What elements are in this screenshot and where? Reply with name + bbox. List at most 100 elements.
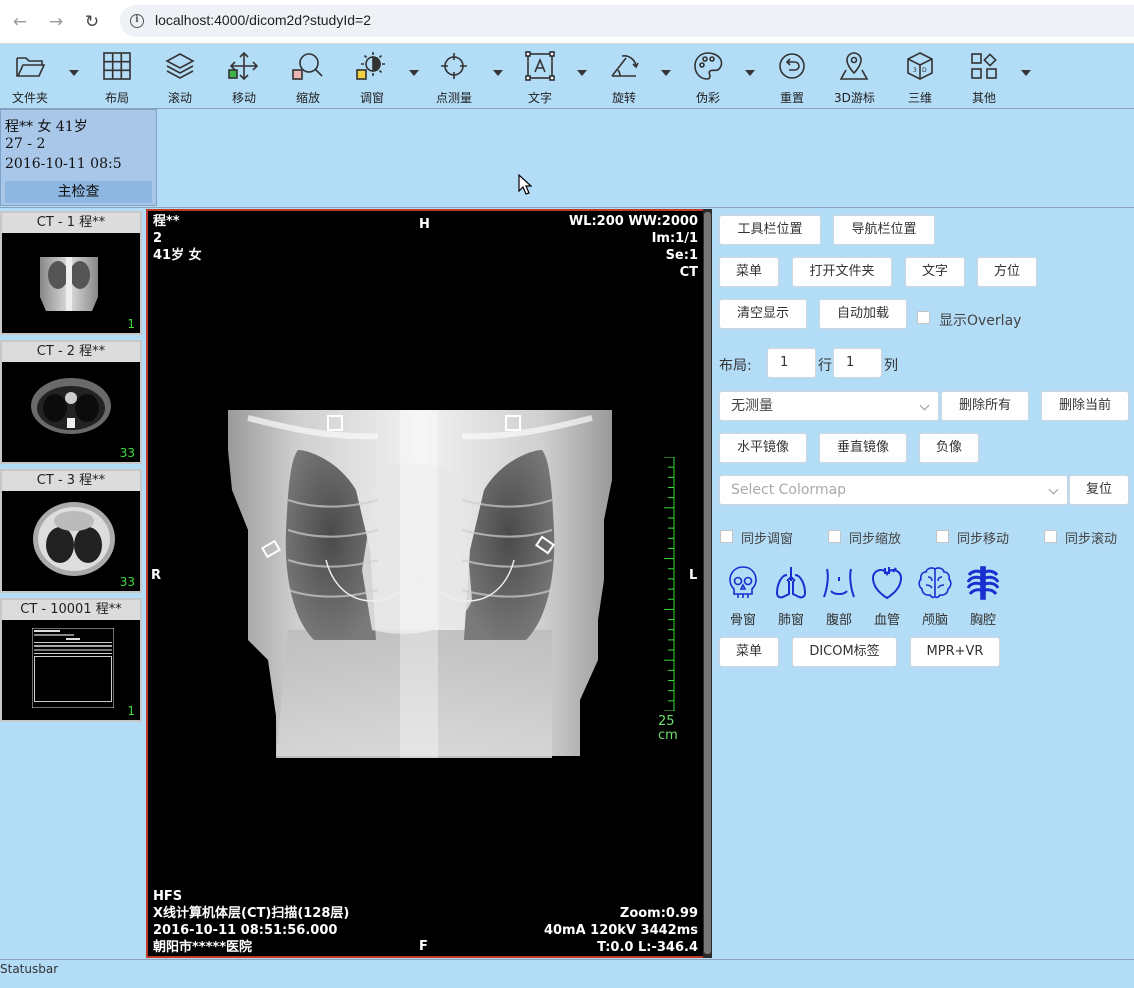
chevron-down-icon [919, 400, 930, 411]
measure-select[interactable]: 无测量 [719, 391, 939, 421]
text-dropdown-icon[interactable] [577, 70, 587, 76]
tool-move[interactable]: 移动 [228, 50, 260, 106]
tool-window[interactable]: 调窗 [356, 50, 388, 106]
horizontal-mirror-button[interactable]: 水平镜像 [719, 433, 807, 463]
open-folder-button[interactable]: 打开文件夹 [792, 257, 892, 287]
svg-text:3: 3 [913, 67, 917, 74]
overlay-label: 显示Overlay [939, 313, 1022, 329]
rotate-dropdown-icon[interactable] [661, 70, 671, 76]
chest-xray-image [228, 410, 612, 758]
toolbar-position-button[interactable]: 工具栏位置 [719, 215, 821, 245]
series-thumbnail[interactable]: CT - 1 程** 1 [0, 211, 142, 335]
heart-icon [871, 567, 903, 600]
status-text: Statusbar [0, 962, 59, 976]
sync-scroll-label: 同步滚动 [1065, 532, 1118, 547]
image-viewport[interactable]: 程** 2 41岁 女 WL:200 WW:2000 Im:1/1 Se:1 C… [146, 209, 712, 958]
study-card[interactable]: 程** 女 41岁 27 - 2 2016-10-11 08:5 主检查 [0, 109, 157, 206]
folder-dropdown-icon[interactable] [69, 70, 79, 76]
menu-button-2[interactable]: 菜单 [719, 637, 779, 667]
preset-bone-window[interactable]: 骨窗 [721, 565, 765, 628]
delete-all-button[interactable]: 删除所有 [941, 391, 1029, 421]
menu-button[interactable]: 菜单 [719, 257, 779, 287]
measure-dropdown-icon[interactable] [493, 70, 503, 76]
navbar-position-button[interactable]: 导航栏位置 [833, 215, 935, 245]
series-thumbnail[interactable]: CT - 3 程** 33 [0, 469, 142, 593]
window-level-icon [356, 52, 385, 80]
scrollbar-thumb[interactable] [704, 212, 711, 954]
tool-point-measure[interactable]: 点测量 [436, 50, 472, 106]
overlay-checkbox[interactable] [917, 311, 930, 324]
series-thumbnail[interactable]: CT - 10001 程** 1 [0, 598, 142, 722]
sync-zoom-label: 同步缩放 [849, 532, 902, 547]
address-bar[interactable]: i localhost:4000/dicom2d?studyId=2 [120, 5, 1134, 37]
zoom-icon [292, 53, 323, 80]
rows-input[interactable]: 1 [767, 348, 816, 378]
invert-button[interactable]: 负像 [919, 433, 979, 463]
series-title: CT - 3 程** [2, 471, 140, 491]
institution-overlay: 朝阳市*****医院 [153, 940, 252, 955]
back-arrow-icon[interactable]: ← [6, 8, 34, 36]
mouse-cursor-icon [518, 174, 532, 195]
dicom-tags-button[interactable]: DICOM标签 [792, 637, 897, 667]
chest-xray-thumbnail-image [40, 257, 98, 311]
reload-icon[interactable]: ↻ [78, 8, 106, 36]
text-button[interactable]: 文字 [905, 257, 965, 287]
tool-pseudocolor[interactable]: 伪彩 [692, 50, 724, 106]
tool-scroll[interactable]: 滚动 [164, 50, 196, 106]
colormap-reset-button[interactable]: 复位 [1069, 475, 1129, 505]
layers-icon [165, 53, 195, 79]
sync-zoom-checkbox[interactable] [828, 530, 841, 543]
delete-current-button[interactable]: 删除当前 [1041, 391, 1129, 421]
modality-overlay: CT [679, 265, 698, 280]
preset-vessel-window[interactable]: 血管 [865, 565, 909, 628]
exposure-overlay: 40mA 120kV 3442ms [543, 923, 698, 938]
image-count: 33 [119, 575, 135, 589]
sync-pan-checkbox[interactable] [936, 530, 949, 543]
columns-input[interactable]: 1 [833, 348, 882, 378]
tool-reset[interactable]: 重置 [776, 50, 808, 106]
preset-brain-window[interactable]: 颅脑 [913, 565, 957, 628]
vertical-mirror-button[interactable]: 垂直镜像 [819, 433, 907, 463]
rows-unit: 行 [818, 358, 832, 374]
colormap-select[interactable]: Select Colormap [719, 475, 1068, 505]
series-title: CT - 10001 程** [2, 600, 140, 620]
document-thumbnail-image [32, 628, 114, 708]
orientation-button[interactable]: 方位 [977, 257, 1037, 287]
layout-label: 布局: [719, 358, 752, 374]
tool-3d-cursor[interactable]: 3D游标 [834, 50, 875, 106]
tool-layout[interactable]: 布局 [101, 50, 133, 106]
tool-text[interactable]: 文字 [524, 50, 556, 106]
tool-rotate[interactable]: 旋转 [608, 50, 640, 106]
acquisition-time-overlay: 2016-10-11 08:51:56.000 [153, 923, 338, 938]
scale-ruler [664, 457, 675, 711]
tool-zoom[interactable]: 缩放 [292, 50, 324, 106]
forward-arrow-icon[interactable]: → [42, 8, 70, 36]
image-count: 1 [127, 704, 135, 718]
tool-folder[interactable]: 文件夹 [12, 50, 48, 106]
series-thumbnail[interactable]: CT - 2 程** 33 [0, 340, 142, 464]
patient-age-sex-overlay: 41岁 女 [153, 248, 202, 263]
text-box-icon [525, 51, 555, 81]
window-dropdown-icon[interactable] [409, 70, 419, 76]
auto-load-button[interactable]: 自动加载 [819, 299, 907, 329]
apps-icon [971, 53, 997, 79]
ct-axial-thumbnail-image [31, 378, 111, 434]
mpr-vr-button[interactable]: MPR+VR [910, 637, 1000, 667]
pseudocolor-dropdown-icon[interactable] [745, 70, 755, 76]
sync-scroll-checkbox[interactable] [1044, 530, 1057, 543]
preset-lung-window[interactable]: 肺窗 [769, 565, 813, 628]
tool-3d[interactable]: 3D 三维 [904, 50, 936, 106]
study-datetime: 2016-10-11 08:5 [5, 156, 122, 172]
tool-other[interactable]: 其他 [968, 50, 1000, 106]
preset-abdomen-window[interactable]: 腹部 [817, 565, 861, 628]
sync-window-checkbox[interactable] [720, 530, 733, 543]
toolbar: 文件夹 布局 滚动 移动 缩放 调窗 点测量 文字 旋转 伪彩 重置 3D游标 … [0, 44, 1134, 108]
preset-chest-window[interactable]: 胸腔 [961, 565, 1005, 628]
browser-bar: ← → ↻ i localhost:4000/dicom2d?studyId=2 [0, 0, 1134, 44]
clear-display-button[interactable]: 清空显示 [719, 299, 807, 329]
other-dropdown-icon[interactable] [1021, 70, 1031, 76]
info-icon[interactable]: i [130, 14, 144, 28]
url-text[interactable]: localhost:4000/dicom2d?studyId=2 [155, 12, 371, 28]
divider [0, 108, 1134, 109]
viewer-scrollbar[interactable] [703, 209, 712, 958]
